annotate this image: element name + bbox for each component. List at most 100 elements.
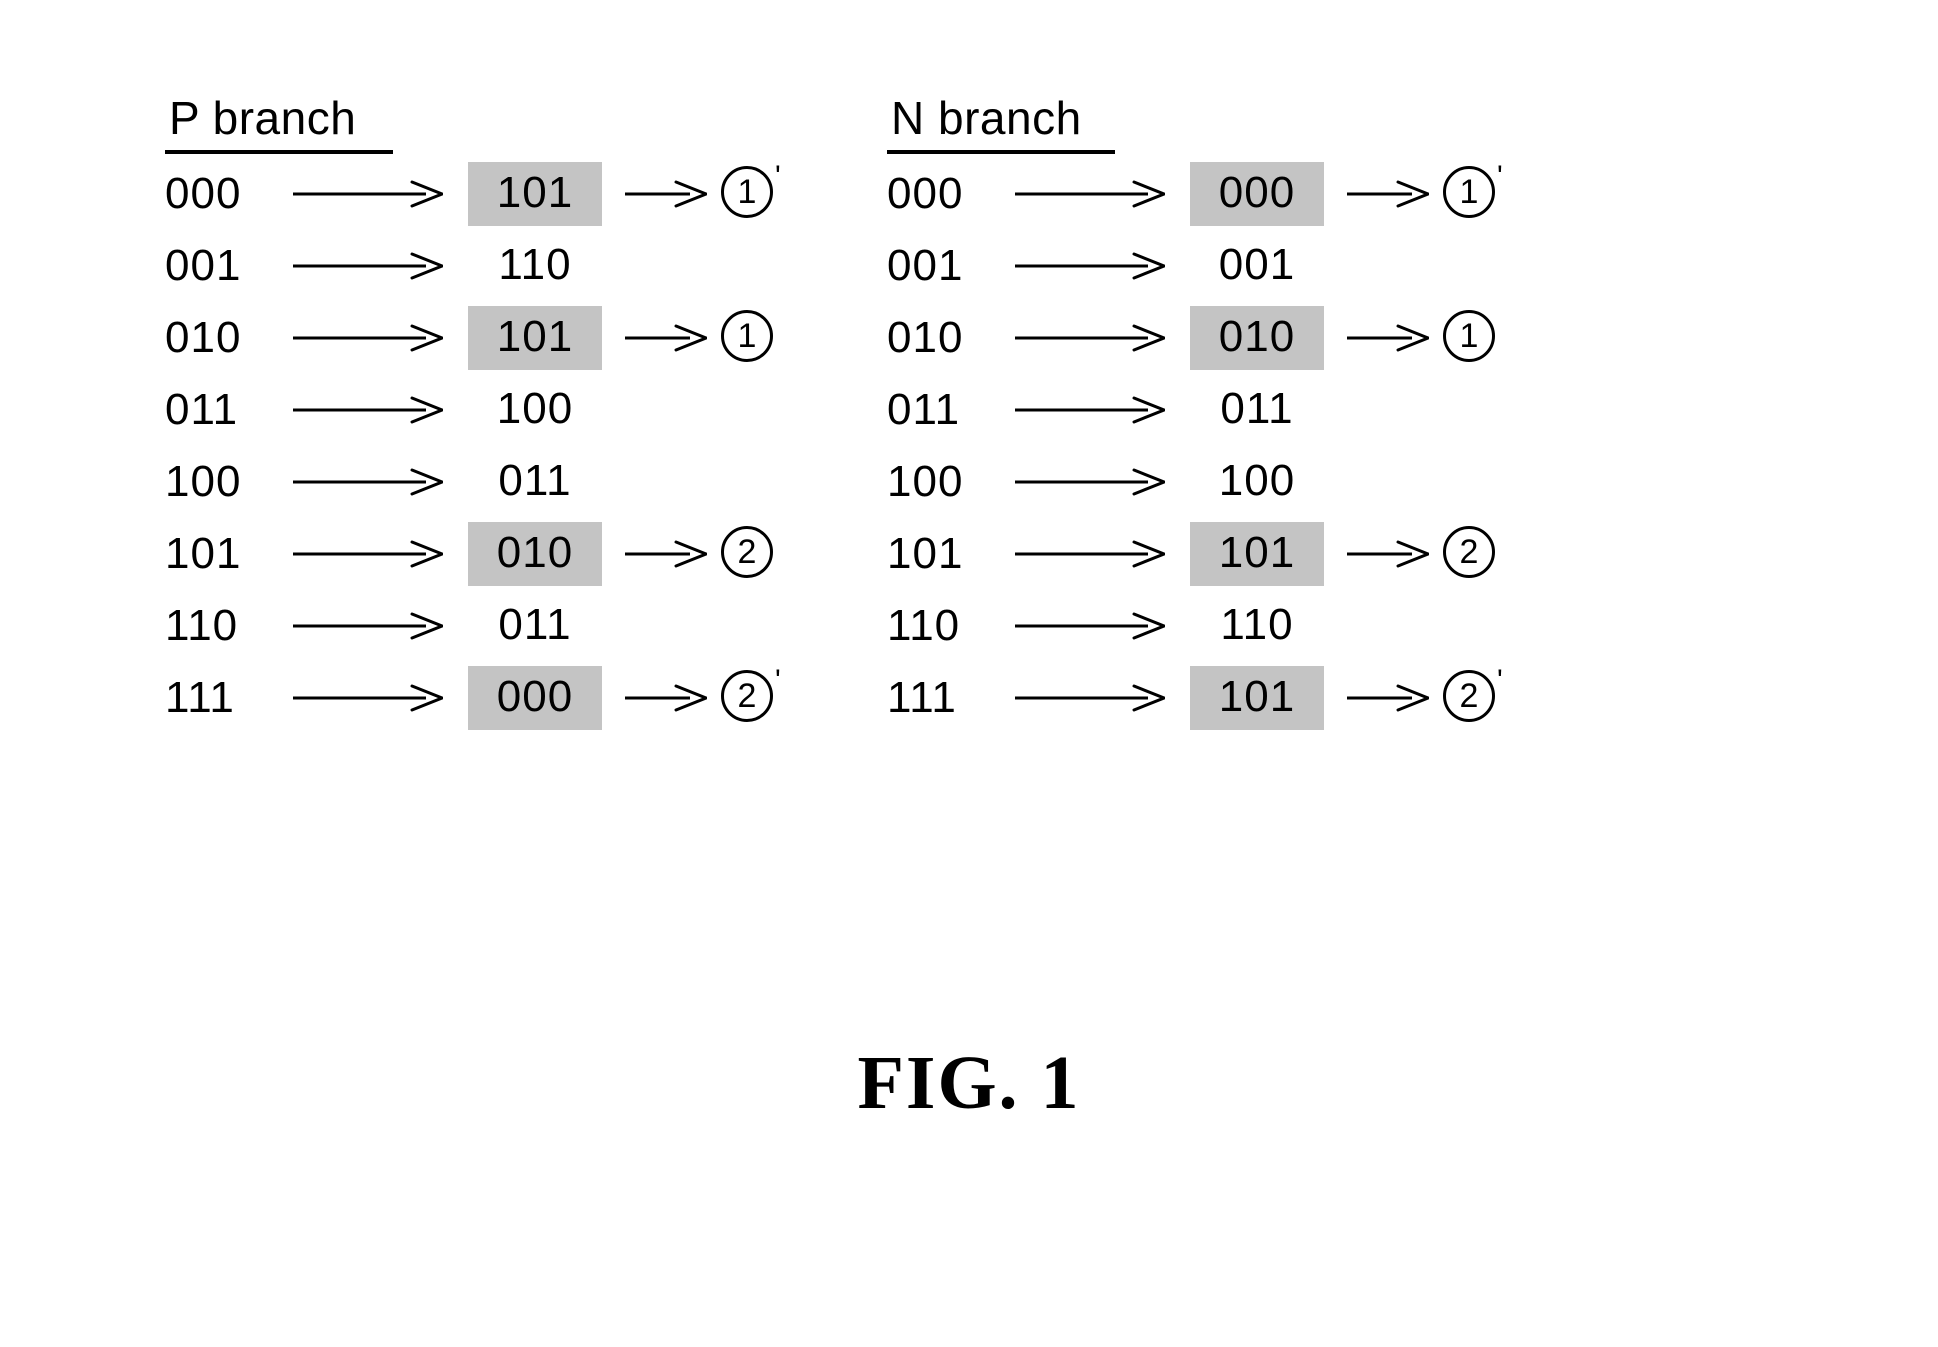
- prime-mark: ': [775, 160, 781, 193]
- circled-number: 1: [721, 310, 773, 362]
- circled-number: 2: [1443, 670, 1495, 722]
- mapping-row: 000 101 1 ': [165, 158, 781, 230]
- result-marker: 2: [1443, 526, 1495, 582]
- output-slot: 010: [459, 522, 611, 586]
- result-marker: 1: [721, 310, 773, 366]
- input-code: 010: [887, 313, 964, 362]
- result-marker: 2 ': [721, 664, 781, 726]
- map-arrow-icon: [293, 388, 443, 432]
- mapping-rows: 000 000 1 ' 001 001 010 010 1 011 011 100 100 101 101 2…: [887, 158, 1503, 734]
- branch-title: P branch: [169, 92, 357, 144]
- output-slot: 001: [1181, 234, 1333, 298]
- output-slot: 011: [459, 594, 611, 658]
- output-code-highlighted: 101: [468, 162, 602, 226]
- mapping-rows: 000 101 1 ' 001 110 010 101 1 011 100 100 011 101 010 2…: [165, 158, 781, 734]
- input-code: 110: [887, 601, 961, 650]
- output-slot: 010: [1181, 306, 1333, 370]
- mapping-row: 111 101 2 ': [887, 662, 1503, 734]
- branch-n-branch: N branch 000 000 1 ' 001 001 010 010 1 011 011 100 10…: [887, 92, 1503, 734]
- mapping-row: 011 100: [165, 374, 781, 446]
- mapping-row: 100 100: [887, 446, 1503, 518]
- map-arrow-icon: [1015, 532, 1165, 576]
- map-arrow-icon: [293, 172, 443, 216]
- output-slot: 011: [459, 450, 611, 514]
- output-slot: 110: [1181, 594, 1333, 658]
- mapping-row: 000 000 1 ': [887, 158, 1503, 230]
- mapping-row: 111 000 2 ': [165, 662, 781, 734]
- mapping-row: 010 010 1: [887, 302, 1503, 374]
- output-code: 100: [496, 384, 574, 433]
- output-code: 001: [1218, 240, 1296, 289]
- map-arrow-icon: [1015, 316, 1165, 360]
- output-code: 100: [1218, 456, 1296, 505]
- output-code: 011: [1220, 384, 1294, 433]
- output-code-highlighted: 010: [468, 522, 602, 586]
- result-marker: 2 ': [1443, 664, 1503, 726]
- map-arrow-icon: [293, 604, 443, 648]
- input-code: 101: [887, 529, 964, 578]
- mapping-row: 110 011: [165, 590, 781, 662]
- input-code: 001: [887, 241, 964, 290]
- output-code-highlighted: 101: [468, 306, 602, 370]
- result-arrow-icon: [1347, 532, 1429, 576]
- mapping-row: 001 001: [887, 230, 1503, 302]
- input-code: 100: [165, 457, 242, 506]
- input-code: 000: [165, 169, 242, 218]
- output-slot: 110: [459, 234, 611, 298]
- result-arrow-icon: [1347, 172, 1429, 216]
- mapping-row: 001 110: [165, 230, 781, 302]
- output-slot: 100: [459, 378, 611, 442]
- map-arrow-icon: [1015, 388, 1165, 432]
- map-arrow-icon: [1015, 604, 1165, 648]
- input-code: 101: [165, 529, 242, 578]
- result-arrow-icon: [625, 172, 707, 216]
- circled-number: 2: [721, 670, 773, 722]
- input-code: 000: [887, 169, 964, 218]
- circled-number: 2: [721, 526, 773, 578]
- prime-mark: ': [1497, 664, 1503, 697]
- output-code-highlighted: 000: [468, 666, 602, 730]
- result-marker: 1 ': [1443, 160, 1503, 222]
- branch-title-underline: [887, 150, 1115, 154]
- circled-number: 1: [1443, 166, 1495, 218]
- prime-mark: ': [775, 664, 781, 697]
- input-code: 111: [165, 673, 235, 722]
- circled-number: 1: [1443, 310, 1495, 362]
- input-code: 100: [887, 457, 964, 506]
- figure-caption: FIG. 1: [857, 1041, 1081, 1125]
- circled-number: 1: [721, 166, 773, 218]
- input-code: 011: [887, 385, 961, 434]
- input-code: 111: [887, 673, 957, 722]
- output-code: 011: [498, 600, 572, 649]
- output-slot: 101: [459, 306, 611, 370]
- circled-number: 2: [1443, 526, 1495, 578]
- map-arrow-icon: [293, 460, 443, 504]
- output-code-highlighted: 101: [1190, 666, 1324, 730]
- output-code-highlighted: 101: [1190, 522, 1324, 586]
- result-arrow-icon: [625, 316, 707, 360]
- mapping-row: 101 101 2: [887, 518, 1503, 590]
- result-arrow-icon: [625, 532, 707, 576]
- map-arrow-icon: [1015, 172, 1165, 216]
- result-marker: 1 ': [721, 160, 781, 222]
- output-slot: 100: [1181, 450, 1333, 514]
- output-code-highlighted: 000: [1190, 162, 1324, 226]
- map-arrow-icon: [293, 244, 443, 288]
- prime-mark: ': [1497, 160, 1503, 193]
- result-marker: 2: [721, 526, 773, 582]
- result-arrow-icon: [1347, 316, 1429, 360]
- output-code: 011: [498, 456, 572, 505]
- output-slot: 101: [1181, 522, 1333, 586]
- map-arrow-icon: [1015, 244, 1165, 288]
- result-arrow-icon: [1347, 676, 1429, 720]
- input-code: 010: [165, 313, 242, 362]
- map-arrow-icon: [1015, 460, 1165, 504]
- figure-canvas: P branch 000 101 1 ' 001 110 010 101 1 011 100 100 01…: [0, 0, 1938, 1347]
- mapping-row: 011 011: [887, 374, 1503, 446]
- mapping-row: 010 101 1: [165, 302, 781, 374]
- mapping-row: 101 010 2: [165, 518, 781, 590]
- output-slot: 101: [459, 162, 611, 226]
- mapping-row: 100 011: [165, 446, 781, 518]
- output-code-highlighted: 010: [1190, 306, 1324, 370]
- input-code: 110: [165, 601, 239, 650]
